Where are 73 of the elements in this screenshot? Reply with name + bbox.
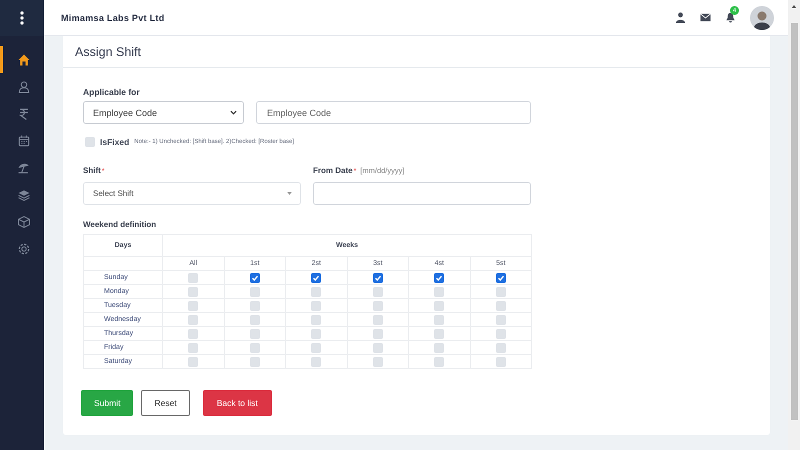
company-name: Mimamsa Labs Pvt Ltd bbox=[61, 12, 165, 22]
reset-button[interactable]: Reset bbox=[141, 390, 190, 416]
checkbox[interactable] bbox=[496, 286, 506, 296]
select-field[interactable]: Employee Code bbox=[83, 101, 244, 124]
checkbox[interactable] bbox=[188, 356, 198, 366]
back-button[interactable]: Back to list bbox=[202, 390, 272, 416]
checkbox[interactable] bbox=[434, 272, 444, 282]
page-title: Assign Shift bbox=[75, 44, 142, 58]
checkbox[interactable] bbox=[188, 342, 198, 352]
checkbox[interactable] bbox=[250, 356, 260, 366]
checkbox[interactable] bbox=[496, 314, 506, 324]
checkbox-label: IsFixed bbox=[100, 137, 130, 147]
menu-icon[interactable] bbox=[20, 11, 24, 25]
calendar-icon bbox=[16, 134, 30, 148]
checkbox[interactable] bbox=[372, 286, 383, 296]
mail-icon[interactable] bbox=[700, 12, 711, 23]
checkbox[interactable] bbox=[311, 272, 322, 282]
field-label: From Date bbox=[313, 166, 353, 175]
section-title: Weekend definition bbox=[83, 220, 158, 229]
checkbox[interactable] bbox=[311, 342, 322, 352]
checkbox[interactable] bbox=[372, 328, 383, 338]
checkbox[interactable] bbox=[311, 314, 322, 324]
checkbox[interactable] bbox=[434, 314, 444, 324]
home-icon bbox=[16, 52, 30, 66]
checkbox[interactable] bbox=[372, 314, 383, 324]
field-label: Applicable for bbox=[83, 87, 141, 97]
checkbox[interactable] bbox=[188, 272, 198, 282]
scrollbar-thumb[interactable] bbox=[790, 23, 798, 420]
date-field[interactable] bbox=[313, 182, 531, 205]
checkbox[interactable] bbox=[311, 300, 322, 310]
checkbox[interactable] bbox=[250, 328, 260, 338]
gear-icon bbox=[16, 242, 30, 256]
checkbox[interactable] bbox=[372, 342, 383, 352]
checkbox[interactable] bbox=[188, 286, 198, 296]
scrollbar[interactable] bbox=[788, 0, 800, 450]
checkbox[interactable] bbox=[496, 342, 506, 352]
field-label: Shift bbox=[83, 166, 101, 175]
avatar-icon[interactable] bbox=[750, 6, 774, 30]
checkbox[interactable] bbox=[250, 314, 260, 324]
checkbox[interactable] bbox=[188, 328, 198, 338]
layers-icon bbox=[16, 188, 30, 202]
checkbox[interactable] bbox=[311, 286, 322, 296]
checkbox[interactable] bbox=[85, 137, 95, 147]
checkbox[interactable] bbox=[372, 356, 383, 366]
checkbox[interactable] bbox=[496, 356, 506, 366]
checkbox[interactable] bbox=[496, 328, 506, 338]
checkbox[interactable] bbox=[311, 328, 322, 338]
rupee-icon bbox=[16, 106, 30, 120]
user-icon[interactable] bbox=[675, 12, 686, 23]
checkbox[interactable] bbox=[434, 286, 444, 296]
chevron-down-icon bbox=[230, 110, 237, 115]
checkbox[interactable] bbox=[496, 272, 506, 282]
bell-icon[interactable] bbox=[725, 12, 736, 23]
checkbox[interactable] bbox=[372, 272, 383, 282]
select-field[interactable]: Select Shift bbox=[83, 182, 301, 205]
box-icon bbox=[16, 214, 30, 228]
checkbox[interactable] bbox=[250, 300, 260, 310]
checkbox[interactable] bbox=[434, 300, 444, 310]
checkbox[interactable] bbox=[311, 356, 322, 366]
input-field[interactable]: Employee Code bbox=[256, 101, 531, 124]
caret-icon bbox=[287, 192, 292, 195]
checkbox[interactable] bbox=[434, 328, 444, 338]
checkbox[interactable] bbox=[188, 300, 198, 310]
checkbox[interactable] bbox=[250, 286, 260, 296]
checkbox[interactable] bbox=[188, 314, 198, 324]
checkbox[interactable] bbox=[434, 342, 444, 352]
checkbox[interactable] bbox=[250, 342, 260, 352]
checkbox[interactable] bbox=[434, 356, 444, 366]
checkbox[interactable] bbox=[372, 300, 383, 310]
checkbox[interactable] bbox=[496, 300, 506, 310]
checkbox[interactable] bbox=[250, 272, 260, 282]
user-icon bbox=[16, 80, 30, 94]
scroll-up-icon[interactable] bbox=[791, 4, 797, 9]
